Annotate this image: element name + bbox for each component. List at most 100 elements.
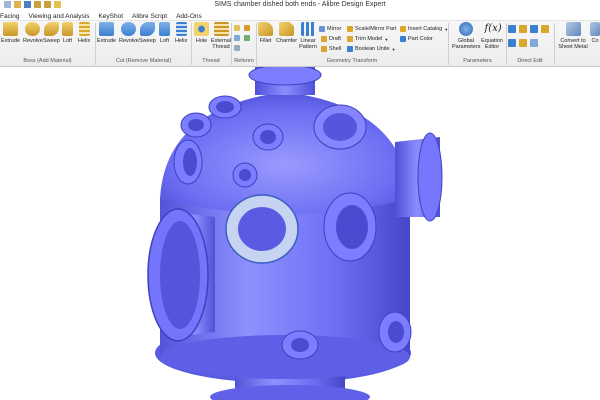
- convert-to-sheet-metal-button[interactable]: Convert to Sheet Metal: [557, 22, 589, 50]
- boss-revolve-button[interactable]: Revolve: [23, 22, 43, 44]
- menu-item-keyshot[interactable]: KeyShot: [98, 13, 123, 20]
- bottom-flange[interactable]: [210, 385, 370, 400]
- side-port-bore: [239, 169, 251, 181]
- direct-edit-fill-button[interactable]: [530, 39, 538, 47]
- reference-csys-button[interactable]: [244, 25, 250, 31]
- boss-sweep-button[interactable]: Sweep: [43, 22, 60, 44]
- sketch-icon: [244, 35, 250, 41]
- shell-button[interactable]: Shell: [321, 46, 341, 52]
- ribbon-separator: [554, 23, 555, 65]
- plane-icon: [234, 25, 240, 31]
- selected-viewport-bore: [238, 207, 286, 251]
- fill-face-icon: [530, 39, 538, 47]
- direct-edit-replace-button[interactable]: [541, 25, 549, 33]
- external-thread-button[interactable]: External Thread: [210, 22, 232, 50]
- scale-mirror-part-button[interactable]: Scale/Mirror Part: [347, 26, 396, 32]
- direct-edit-delete-button[interactable]: [508, 39, 516, 47]
- cut-loft-button[interactable]: Loft: [159, 22, 170, 44]
- helix-icon: [78, 22, 90, 36]
- draft-icon: [321, 36, 327, 42]
- tilt-face-icon: [519, 39, 527, 47]
- menu-item-viewing-and-analysis[interactable]: Viewing and Analysis: [29, 13, 90, 20]
- dome-large-port-bore: [323, 113, 357, 141]
- linear-pattern-button[interactable]: Linear Pattern: [298, 22, 318, 50]
- sheet-metal-more-button[interactable]: Co: [590, 22, 600, 44]
- hole-button[interactable]: Hole: [194, 22, 209, 44]
- loft-icon: [62, 22, 73, 36]
- boolean-unite-button[interactable]: Boolean Unite ▼: [347, 46, 396, 52]
- offset-face-icon: [530, 25, 538, 33]
- title-bar: SIMS chamber dished both ends - Alibre D…: [0, 0, 600, 12]
- group-label-reference: Referen: [234, 58, 254, 64]
- top-port-flange[interactable]: [248, 67, 322, 86]
- cut-revolve-button[interactable]: Revolve: [119, 22, 139, 44]
- reference-point-button[interactable]: [234, 45, 240, 51]
- hole-icon: [194, 22, 209, 36]
- draft-button[interactable]: Draft: [321, 36, 341, 42]
- boss-helix-button[interactable]: Helix: [78, 22, 90, 44]
- reference-axis-button[interactable]: [234, 35, 240, 41]
- boss-loft-button[interactable]: Loft: [62, 22, 73, 44]
- direct-edit-move-button[interactable]: [508, 25, 516, 33]
- group-label-direct-edit: Direct Edit: [517, 58, 543, 64]
- move-face-icon: [508, 25, 516, 33]
- equation-editor-button[interactable]: f(x) Equation Editor: [480, 22, 504, 50]
- group-label-parameters: Parameters: [463, 58, 492, 64]
- reference-plane-button[interactable]: [234, 25, 240, 31]
- globe-icon: [459, 22, 473, 36]
- extrude-icon: [2, 22, 18, 36]
- external-thread-icon: [213, 22, 229, 36]
- cut-sweep-button[interactable]: Sweep: [139, 22, 156, 44]
- dome-port-bore: [216, 101, 234, 113]
- lower-port-bore: [291, 338, 309, 352]
- body-port-bore: [336, 205, 368, 249]
- vacuum-chamber-model[interactable]: [0, 67, 600, 400]
- function-icon: f(x): [484, 23, 502, 34]
- group-label-cut: Cut (Remove Material): [115, 58, 172, 64]
- cut-extrude-icon: [98, 22, 114, 36]
- axis-icon: [234, 35, 240, 41]
- direct-edit-tilt-button[interactable]: [519, 39, 527, 47]
- cut-sweep-icon: [139, 22, 155, 36]
- chamfer-button[interactable]: Chamfer: [276, 22, 297, 44]
- model-viewport[interactable]: [0, 67, 600, 400]
- menu-item-add-ons[interactable]: Add-Ons: [176, 13, 202, 20]
- scale-icon: [347, 26, 353, 32]
- part-color-icon: [400, 36, 406, 42]
- point-icon: [234, 45, 240, 51]
- insert-catalog-button[interactable]: Insert Catalog ▼: [400, 26, 448, 32]
- shell-icon: [321, 46, 327, 52]
- direct-edit-push-button[interactable]: [519, 25, 527, 33]
- trim-model-button[interactable]: Trim Model ▼: [347, 36, 388, 42]
- sheet-metal-icon: [565, 22, 581, 36]
- replace-face-icon: [541, 25, 549, 33]
- part-color-button[interactable]: Part Color: [400, 36, 433, 42]
- right-port-flange[interactable]: [417, 132, 443, 222]
- reference-sketch-button[interactable]: [244, 35, 250, 41]
- trim-icon: [347, 36, 353, 42]
- mirror-button[interactable]: Mirror: [319, 26, 341, 32]
- delete-face-icon: [508, 39, 516, 47]
- group-label-boss: Boss (Add Material): [23, 58, 72, 64]
- dome-port-bore: [188, 119, 204, 131]
- cut-helix-button[interactable]: Helix: [175, 22, 187, 44]
- cut-revolve-icon: [121, 22, 137, 36]
- lower-port-bore: [388, 321, 404, 343]
- cut-helix-icon: [175, 22, 187, 36]
- cut-extrude-button[interactable]: Extrude: [97, 22, 116, 44]
- fillet-icon: [258, 22, 273, 36]
- boss-extrude-button[interactable]: Extrude: [1, 22, 20, 44]
- mirror-icon: [319, 26, 325, 32]
- window-title: SIMS chamber dished both ends - Alibre D…: [214, 1, 386, 8]
- side-port-bore: [183, 148, 197, 176]
- menu-item-facing[interactable]: Facing: [0, 13, 20, 20]
- menu-item-alibre-script[interactable]: Alibre Script: [132, 13, 167, 20]
- push-face-icon: [519, 25, 527, 33]
- left-large-port-bore: [160, 221, 200, 329]
- direct-edit-offset-button[interactable]: [530, 25, 538, 33]
- fillet-button[interactable]: Fillet: [258, 22, 273, 44]
- sweep-icon: [43, 22, 59, 36]
- global-parameters-button[interactable]: Global Parameters: [452, 22, 480, 50]
- catalog-icon: [400, 26, 406, 32]
- ribbon: Extrude Revolve Sweep Loft Helix Boss (A…: [0, 21, 600, 67]
